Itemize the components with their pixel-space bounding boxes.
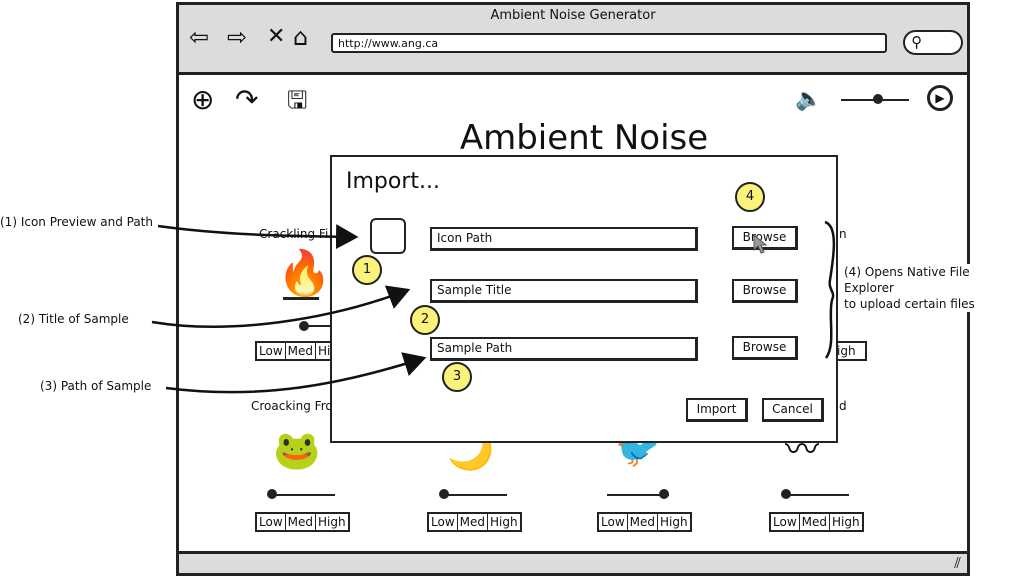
- arrow-path-sample: [165, 352, 427, 394]
- brace-browse: [824, 220, 836, 359]
- arrow-title-sample: [151, 285, 411, 328]
- annotation-arrows: [151, 220, 836, 394]
- arrow-icon-preview: [157, 224, 359, 250]
